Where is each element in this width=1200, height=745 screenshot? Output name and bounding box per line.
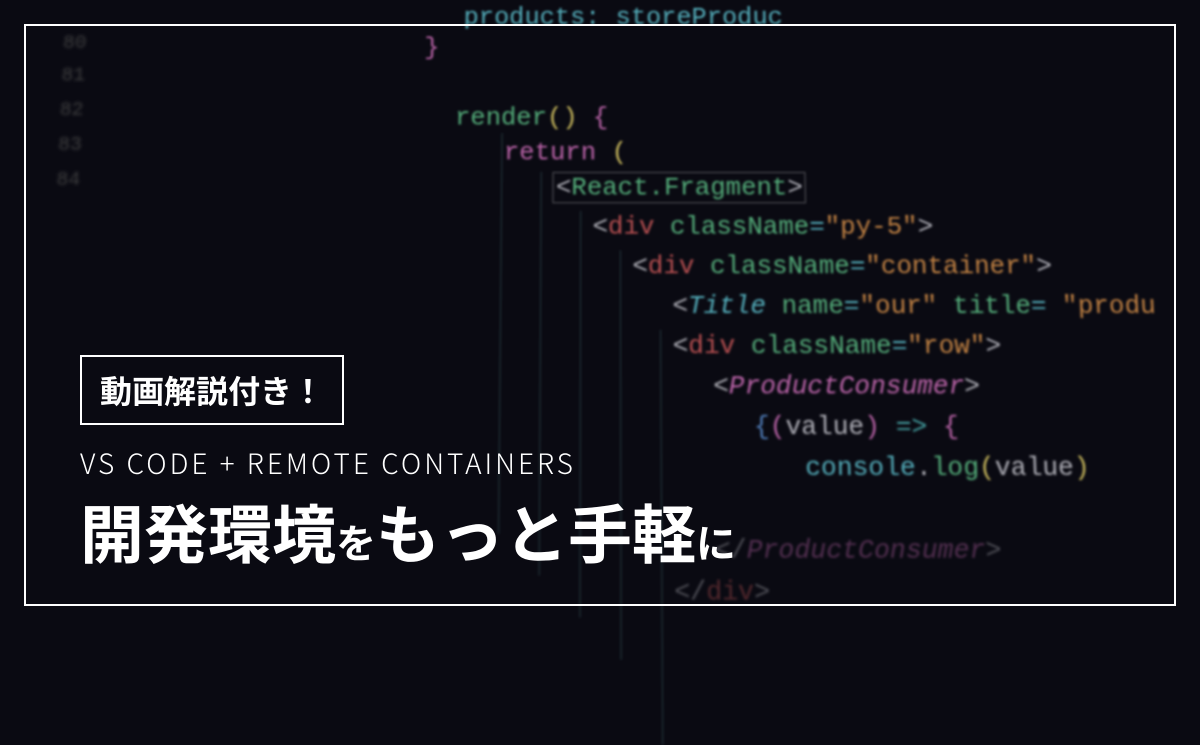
badge-label: 動画解説付き！ [80, 355, 344, 425]
headline-part2: もっと手軽 [376, 485, 696, 577]
title-overlay: 動画解説付き！ VS CODE + REMOTE CONTAINERS 開発環境… [80, 355, 736, 570]
headline-text: 開発環境をもっと手軽に [80, 493, 736, 570]
headline-part1: 開発環境 [80, 485, 336, 577]
subtitle-text: VS CODE + REMOTE CONTAINERS [80, 443, 736, 483]
headline-particle: に [696, 512, 736, 570]
headline-particle: を [336, 512, 376, 570]
code-line: products: storeProduc [463, 0, 783, 36]
